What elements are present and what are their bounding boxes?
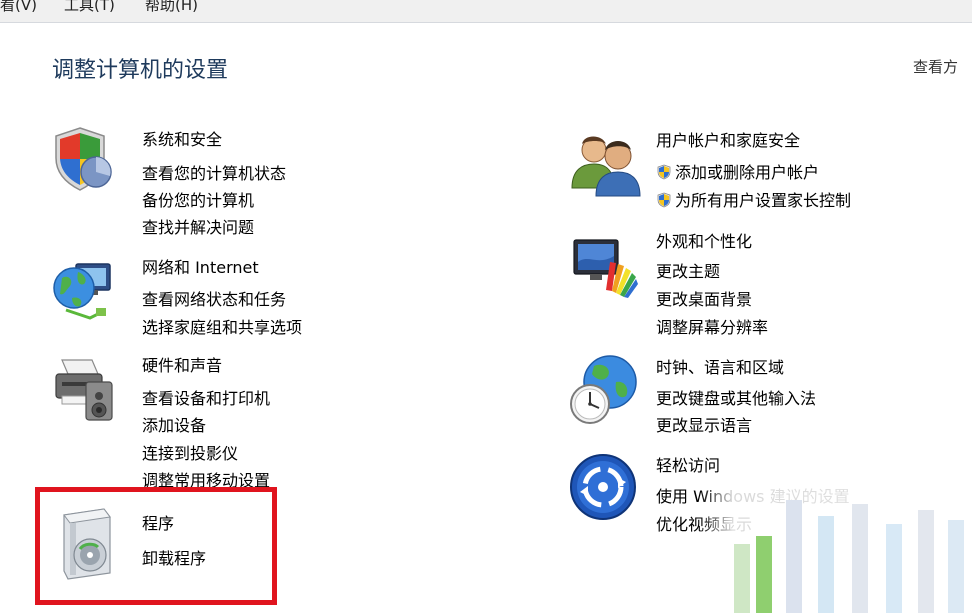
watermark-bar <box>786 500 802 613</box>
link-devices-printers[interactable]: 查看设备和打印机 <box>142 385 270 409</box>
shield-icon[interactable] <box>50 124 120 194</box>
link-backup-computer[interactable]: 备份您的计算机 <box>142 187 254 211</box>
menu-view[interactable]: 看(V) <box>0 0 37 15</box>
watermark-bar <box>886 524 902 613</box>
monitor-palette-icon[interactable] <box>570 236 640 298</box>
link-homegroup-sharing[interactable]: 选择家庭组和共享选项 <box>142 314 302 338</box>
uac-shield-icon <box>657 192 671 208</box>
programs-highlight-box <box>35 487 277 605</box>
category-title-clock-language[interactable]: 时钟、语言和区域 <box>656 354 784 378</box>
link-find-fix-problems[interactable]: 查找并解决问题 <box>142 214 254 238</box>
link-change-background[interactable]: 更改桌面背景 <box>656 286 752 310</box>
ease-of-access-icon[interactable] <box>568 452 638 522</box>
category-title-system-security[interactable]: 系统和安全 <box>142 126 222 150</box>
watermark-bar <box>948 520 964 613</box>
link-add-remove-accounts-label: 添加或删除用户帐户 <box>675 163 820 182</box>
category-title-ease-of-access[interactable]: 轻松访问 <box>656 452 720 476</box>
menu-tools[interactable]: 工具(T) <box>64 0 115 15</box>
watermark-bar <box>734 544 750 613</box>
watermark-overlay <box>700 480 972 613</box>
link-adjust-resolution[interactable]: 调整屏幕分辨率 <box>656 314 768 338</box>
category-title-hardware-sound[interactable]: 硬件和声音 <box>142 352 222 376</box>
page-title: 调整计算机的设置 <box>52 58 229 83</box>
network-globe-icon[interactable] <box>50 258 120 324</box>
printer-speaker-icon[interactable] <box>52 352 122 424</box>
link-change-input-method[interactable]: 更改键盘或其他输入法 <box>656 385 816 409</box>
link-connect-projector[interactable]: 连接到投影仪 <box>142 440 238 464</box>
watermark-bar <box>918 510 934 613</box>
link-parental-controls-label: 为所有用户设置家长控制 <box>675 191 852 210</box>
category-title-network-internet[interactable]: 网络和 Internet <box>142 254 259 278</box>
globe-clock-icon[interactable] <box>568 352 640 426</box>
link-view-network-status[interactable]: 查看网络状态和任务 <box>142 286 286 310</box>
link-parental-controls[interactable]: 为所有用户设置家长控制 <box>656 187 851 211</box>
link-change-display-language[interactable]: 更改显示语言 <box>656 412 752 436</box>
users-icon[interactable] <box>568 128 644 198</box>
link-add-remove-accounts[interactable]: 添加或删除用户帐户 <box>656 159 819 183</box>
link-add-device[interactable]: 添加设备 <box>142 412 206 436</box>
watermark-bar <box>818 516 834 613</box>
view-by-label[interactable]: 查看方 <box>913 56 958 77</box>
link-view-computer-status[interactable]: 查看您的计算机状态 <box>142 160 286 184</box>
link-change-theme[interactable]: 更改主题 <box>656 258 720 282</box>
watermark-bar <box>852 504 868 613</box>
uac-shield-icon <box>657 164 671 180</box>
menu-bar: 看(V) 工具(T) 帮助(H) <box>0 0 972 23</box>
menu-help[interactable]: 帮助(H) <box>145 0 198 15</box>
category-title-appearance[interactable]: 外观和个性化 <box>656 228 752 252</box>
category-title-user-accounts[interactable]: 用户帐户和家庭安全 <box>656 127 800 151</box>
watermark-bar <box>756 536 772 613</box>
